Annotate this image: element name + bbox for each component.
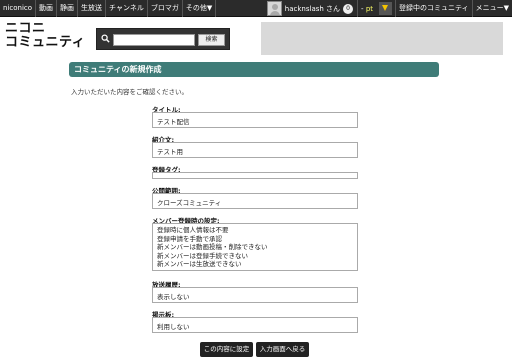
search-button[interactable]: 検索 (198, 34, 225, 46)
premium-badge-icon: 0 (343, 3, 354, 14)
points-unit: pt (365, 4, 374, 13)
back-to-input-button[interactable]: 入力画面へ戻る (256, 342, 309, 357)
member-setting-line: 登録時に個人情報は不要 (157, 226, 229, 234)
points-value: - (361, 4, 364, 13)
visibility-field: クローズコミュニティ (152, 193, 358, 209)
nav-other[interactable]: その他▼ (183, 0, 217, 17)
logo-line-1: ニコニ (5, 21, 46, 36)
logo-line-2: コミュニティ (5, 35, 86, 50)
ad-banner[interactable] (261, 22, 503, 55)
avatar[interactable] (266, 1, 282, 16)
page-title: コミュニティの新規作成 (74, 65, 162, 74)
member-setting-line: 登録申請を手動で承認 (157, 234, 222, 243)
menu-link[interactable]: メニュー▼ (473, 0, 512, 17)
points-display: - pt (358, 5, 376, 13)
search-input[interactable] (113, 34, 195, 46)
confirm-settings-button[interactable]: この内容に設定 (200, 342, 253, 357)
title-field: テスト配信 (152, 112, 358, 128)
search-bar: 検索 (96, 28, 230, 50)
tag-field (152, 172, 358, 179)
niconico-community-logo[interactable]: ニコニ コミュニティ (5, 22, 85, 50)
nav-channel[interactable]: チャンネル (106, 0, 148, 17)
board-field: 利用しない (152, 317, 358, 333)
nav-video[interactable]: 動画 (36, 0, 58, 17)
member-setting-line: 新メンバーは生放送できない (157, 260, 242, 269)
search-icon (101, 34, 110, 43)
broadcast-history-field: 表示しない (152, 287, 358, 303)
global-nav-bar: niconico 動画 静画 生放送 チャンネル ブロマガ その他▼ hackn… (0, 0, 512, 17)
nav-niconico[interactable]: niconico (0, 0, 37, 17)
user-area: hacknslash さん 0 - pt 登録中のコミュニティ メニュー▼ (266, 0, 512, 17)
notification-icon[interactable] (379, 2, 393, 15)
user-name[interactable]: hacknslash さん (285, 4, 340, 14)
member-setting-line: 新メンバーは動画投稿・削除できない (157, 243, 268, 252)
page-title-bar: コミュニティの新規作成 (69, 62, 439, 77)
registered-communities-link[interactable]: 登録中のコミュニティ (396, 0, 472, 17)
intro-field: テスト用 (152, 142, 358, 158)
global-nav-links: niconico 動画 静画 生放送 チャンネル ブロマガ その他▼ (0, 0, 217, 17)
member-settings-field: 登録時に個人情報は不要 登録申請を手動で承認 新メンバーは動画投稿・削除できない… (152, 223, 358, 271)
nav-live[interactable]: 生放送 (78, 0, 107, 17)
intro-text: 入力いただいた内容をご確認ください。 (71, 88, 188, 96)
nav-seiga[interactable]: 静画 (57, 0, 79, 17)
nav-blomaga[interactable]: ブロマガ (148, 0, 183, 17)
